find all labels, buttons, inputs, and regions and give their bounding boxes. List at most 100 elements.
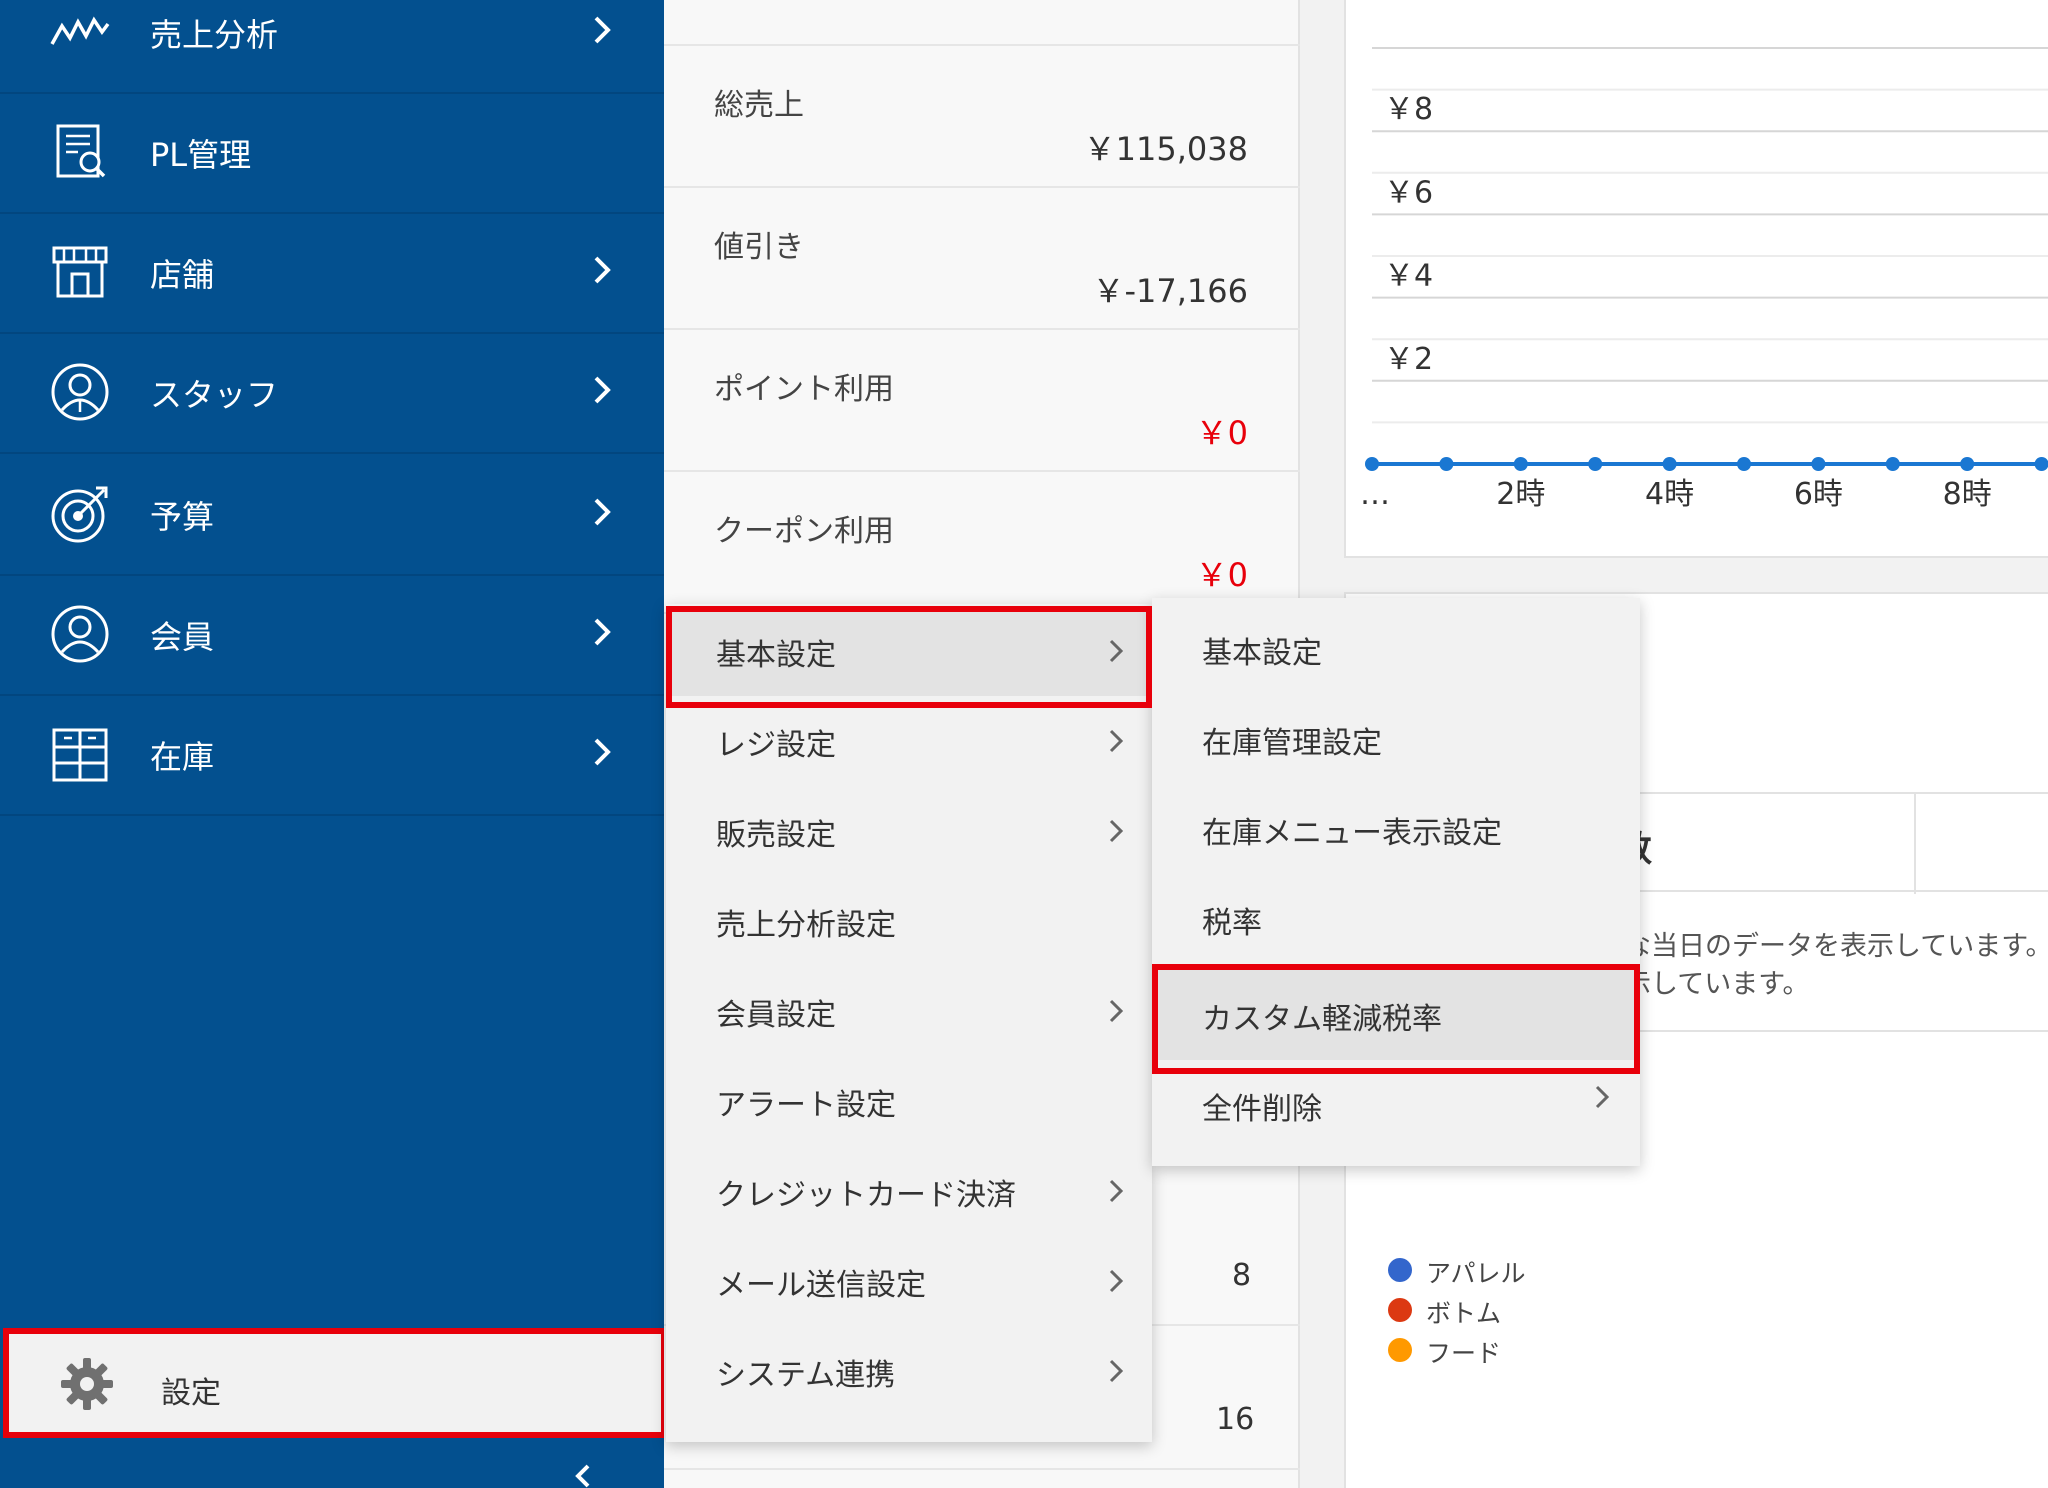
menu-item-member-settings[interactable]: 会員設定	[666, 966, 1152, 1056]
summary-value: ￥115,038	[1083, 130, 1248, 168]
menu-item-label: アラート設定	[716, 1088, 896, 1123]
chevron-left-icon[interactable]	[572, 1464, 594, 1488]
summary-row-blank	[664, 0, 1300, 46]
chevron-right-icon	[594, 498, 611, 526]
sidebar: 売上分析 PL管理 店舗 スタッフ 予算 会員 在庫 設定	[0, 0, 667, 1488]
settings-label: 設定	[161, 1376, 221, 1411]
summary-value: ￥-17,166	[1092, 272, 1248, 310]
menu-item-label: カスタム軽減税率	[1202, 1002, 1442, 1037]
summary-row-coupon-usage: クーポン利用 ￥0	[664, 472, 1300, 614]
menu-item-label: レジ設定	[716, 728, 836, 763]
summary-value: ￥0	[1195, 414, 1248, 452]
gear-icon	[61, 1358, 113, 1410]
sidebar-item-label: スタッフ	[150, 376, 279, 414]
hourly-sales-chart: ￥8 ￥6 ￥4 ￥2 … 2時 4時 6時 8時	[1360, 47, 2048, 512]
chevron-right-icon	[1109, 729, 1124, 753]
hourly-sales-chart-card: ￥8 ￥6 ￥4 ￥2 … 2時 4時 6時 8時	[1344, 0, 2048, 558]
summary-row-total-sales: 総売上 ￥115,038	[664, 46, 1300, 188]
chevron-right-icon	[594, 738, 611, 766]
menu-item-label: 基本設定	[1202, 636, 1322, 671]
legend-color-dot	[1388, 1338, 1412, 1362]
sidebar-item-member[interactable]: 会員	[0, 576, 664, 696]
sidebar-item-pl[interactable]: PL管理	[0, 94, 664, 214]
data-point	[1960, 457, 1975, 471]
menu-item-register-settings[interactable]: レジ設定	[666, 696, 1152, 786]
sidebar-item-label: PL管理	[150, 136, 252, 174]
sales-analysis-icon	[50, 16, 110, 45]
menu-item-label: 税率	[1202, 906, 1262, 941]
data-point	[1885, 457, 1900, 471]
submenu-item-delete-all[interactable]: 全件削除	[1152, 1060, 1640, 1150]
menu-item-label: 売上分析設定	[716, 908, 896, 943]
chevron-right-icon	[594, 16, 611, 44]
sidebar-item-store[interactable]: 店舗	[0, 214, 664, 334]
submenu-item-custom-reduced-tax[interactable]: カスタム軽減税率	[1152, 970, 1640, 1060]
menu-item-alert-settings[interactable]: アラート設定	[666, 1056, 1152, 1146]
summary-label: 値引き	[714, 230, 804, 265]
basic-settings-submenu: 基本設定 在庫管理設定 在庫メニュー表示設定 税率 カスタム軽減税率 全件削除	[1152, 598, 1640, 1166]
sidebar-item-label: 在庫	[150, 738, 215, 776]
submenu-item-inventory-management[interactable]: 在庫管理設定	[1152, 694, 1640, 784]
pl-report-icon	[56, 124, 106, 178]
menu-item-credit-card-payment[interactable]: クレジットカード決済	[666, 1146, 1152, 1236]
chevron-right-icon	[1109, 1359, 1124, 1383]
store-icon	[52, 246, 108, 298]
summary-row-discount: 値引き ￥-17,166	[664, 188, 1300, 330]
summary-label: ポイント利用	[714, 372, 894, 407]
data-point	[1737, 457, 1751, 471]
staff-icon	[51, 363, 109, 421]
table-column-divider	[1914, 794, 1916, 894]
sidebar-item-sales-analysis[interactable]: 売上分析	[0, 0, 664, 94]
sidebar-item-label: 予算	[150, 498, 215, 536]
summary-count-value: 16	[1216, 1402, 1255, 1437]
target-icon	[51, 486, 108, 543]
summary-label: 総売上	[714, 88, 804, 123]
sidebar-item-budget[interactable]: 予算	[0, 456, 664, 576]
x-tick-label: 6時	[1794, 477, 1843, 512]
menu-item-basic-settings[interactable]: 基本設定	[666, 606, 1152, 696]
chevron-right-icon	[1109, 1179, 1124, 1203]
sidebar-item-inventory[interactable]: 在庫	[0, 696, 664, 816]
y-tick-label: ￥8	[1384, 92, 1433, 127]
menu-item-system-integration[interactable]: システム連携	[666, 1326, 1152, 1416]
summary-value: ￥0	[1195, 556, 1248, 594]
menu-item-mail-settings[interactable]: メール送信設定	[666, 1236, 1152, 1326]
data-point	[1662, 457, 1677, 471]
data-point	[1513, 457, 1528, 471]
legend-label: ボトム	[1426, 1299, 1502, 1328]
legend-color-dot	[1388, 1258, 1412, 1282]
sidebar-item-label: 売上分析	[150, 16, 279, 54]
data-point	[2034, 457, 2048, 471]
sidebar-item-staff[interactable]: スタッフ	[0, 334, 664, 454]
menu-item-label: 会員設定	[716, 998, 836, 1033]
menu-item-label: 在庫メニュー表示設定	[1202, 816, 1502, 851]
y-tick-label: ￥4	[1384, 259, 1433, 294]
summary-row-point-usage: ポイント利用 ￥0	[664, 330, 1300, 472]
sidebar-item-label: 会員	[150, 618, 215, 656]
sidebar-item-label: 店舗	[150, 256, 215, 294]
data-point	[1439, 457, 1454, 471]
menu-item-sales-analysis-settings[interactable]: 売上分析設定	[666, 876, 1152, 966]
member-icon	[51, 605, 109, 663]
info-note-line: な当日のデータを表示しています。	[1624, 931, 2048, 962]
menu-item-sales-settings[interactable]: 販売設定	[666, 786, 1152, 876]
chevron-right-icon	[1109, 639, 1124, 663]
menu-item-label: メール送信設定	[716, 1268, 926, 1303]
chevron-right-icon	[1109, 819, 1124, 843]
x-tick-label: 4時	[1645, 477, 1694, 512]
sidebar-item-settings[interactable]: 設定	[3, 1328, 667, 1438]
y-tick-label: ￥2	[1384, 342, 1433, 377]
summary-label: クーポン利用	[714, 514, 894, 549]
y-tick-label: ￥6	[1384, 175, 1433, 210]
data-point	[1365, 457, 1379, 471]
submenu-item-basic-settings[interactable]: 基本設定	[1152, 604, 1640, 694]
legend-label: アパレル	[1426, 1259, 1526, 1288]
x-tick-label: 8時	[1943, 477, 1992, 512]
inventory-icon	[52, 728, 108, 782]
submenu-item-inventory-menu-display[interactable]: 在庫メニュー表示設定	[1152, 784, 1640, 874]
summary-count-value: 8	[1232, 1258, 1252, 1293]
chevron-right-icon	[594, 256, 611, 284]
chevron-right-icon	[594, 376, 611, 404]
submenu-item-tax-rate[interactable]: 税率	[1152, 874, 1640, 964]
menu-item-label: 全件削除	[1202, 1092, 1322, 1127]
